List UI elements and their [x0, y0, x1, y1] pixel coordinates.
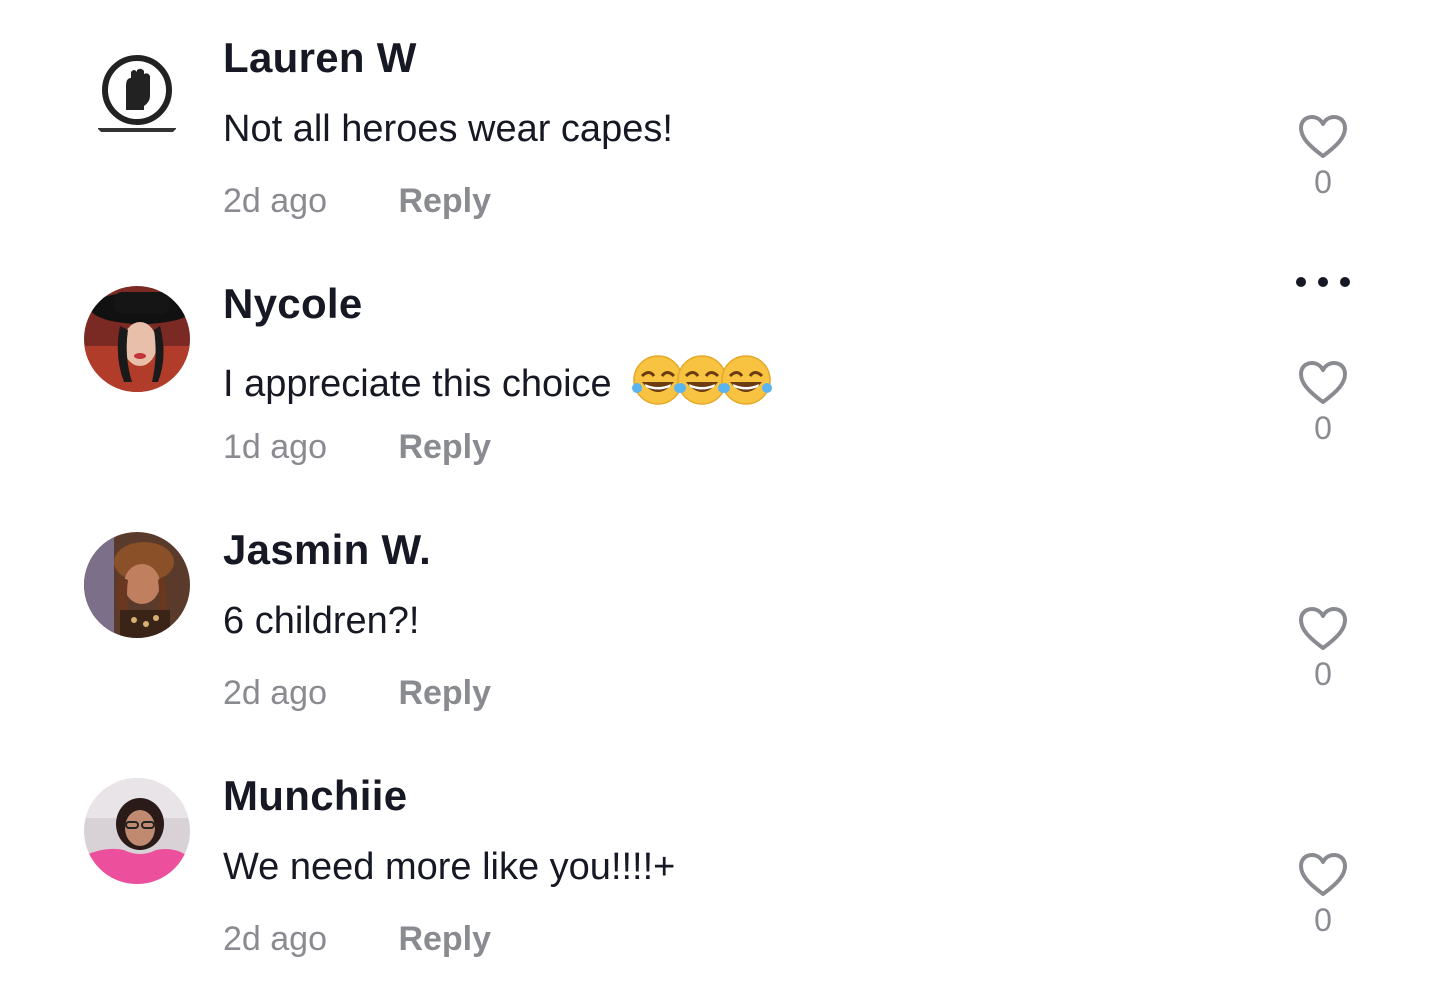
- comment-meta: 2d ago Reply: [223, 674, 491, 713]
- avatar[interactable]: [84, 286, 190, 392]
- comment-timestamp: 2d ago: [223, 182, 327, 220]
- avatar[interactable]: [84, 778, 190, 884]
- comment-username[interactable]: Munchiie: [223, 772, 407, 820]
- comment-text: 6 children?!: [223, 600, 419, 643]
- laughing-emoji-icon: 😂😂😂: [632, 355, 773, 405]
- like-button[interactable]: 0: [1296, 114, 1350, 201]
- comment-meta: 2d ago Reply: [223, 182, 491, 221]
- heart-outline-icon: [1299, 853, 1347, 896]
- comment-username[interactable]: Lauren W: [223, 34, 417, 82]
- comment-list: Lauren W Not all heroes wear capes! 2d a…: [0, 0, 1434, 1000]
- like-count: 0: [1314, 656, 1332, 692]
- user-photo-icon: [84, 778, 190, 884]
- comment-text-content: 6 children?!: [223, 600, 420, 642]
- comment-text-content: Not all heroes wear capes!: [223, 108, 673, 150]
- comment-meta: 2d ago Reply: [223, 920, 491, 959]
- comment-item: Nycole I appreciate this choice 😂😂😂: [0, 268, 1434, 514]
- avatar[interactable]: [84, 532, 190, 638]
- comment-text: We need more like you!!!!+: [223, 846, 675, 889]
- comment-timestamp: 2d ago: [223, 674, 327, 712]
- comment-text-content: We need more like you!!!!+: [223, 846, 676, 888]
- comment-text: Not all heroes wear capes!: [223, 108, 673, 151]
- user-photo-icon: [84, 286, 190, 392]
- reply-button[interactable]: Reply: [398, 182, 491, 221]
- comment-username[interactable]: Nycole: [223, 280, 363, 328]
- avatar[interactable]: [84, 40, 190, 146]
- like-count: 0: [1314, 164, 1332, 200]
- like-button[interactable]: 0: [1296, 360, 1350, 447]
- like-button[interactable]: 0: [1296, 852, 1350, 939]
- like-count: 0: [1314, 902, 1332, 938]
- heart-outline-icon: [1299, 607, 1347, 650]
- user-photo-icon: [84, 532, 190, 638]
- comment-text: I appreciate this choice 😂😂😂: [223, 354, 773, 406]
- comment-timestamp: 1d ago: [223, 428, 327, 466]
- reply-button[interactable]: Reply: [398, 674, 491, 713]
- reply-button[interactable]: Reply: [398, 428, 491, 467]
- comment-item: Munchiie We need more like you!!!!+ 2d a…: [0, 760, 1434, 1000]
- comment-item: Lauren W Not all heroes wear capes! 2d a…: [0, 22, 1434, 268]
- like-count: 0: [1314, 410, 1332, 446]
- heart-outline-icon: [1299, 115, 1347, 158]
- reply-button[interactable]: Reply: [398, 920, 491, 959]
- comment-meta: 1d ago Reply: [223, 428, 491, 467]
- comment-timestamp: 2d ago: [223, 920, 327, 958]
- fist-logo-icon: [84, 40, 190, 146]
- comment-text-content: I appreciate this choice: [223, 363, 612, 405]
- comment-username[interactable]: Jasmin W.: [223, 526, 431, 574]
- heart-outline-icon: [1299, 361, 1347, 404]
- like-button[interactable]: 0: [1296, 606, 1350, 693]
- comment-item: Jasmin W. 6 children?! 2d ago Reply 0: [0, 514, 1434, 760]
